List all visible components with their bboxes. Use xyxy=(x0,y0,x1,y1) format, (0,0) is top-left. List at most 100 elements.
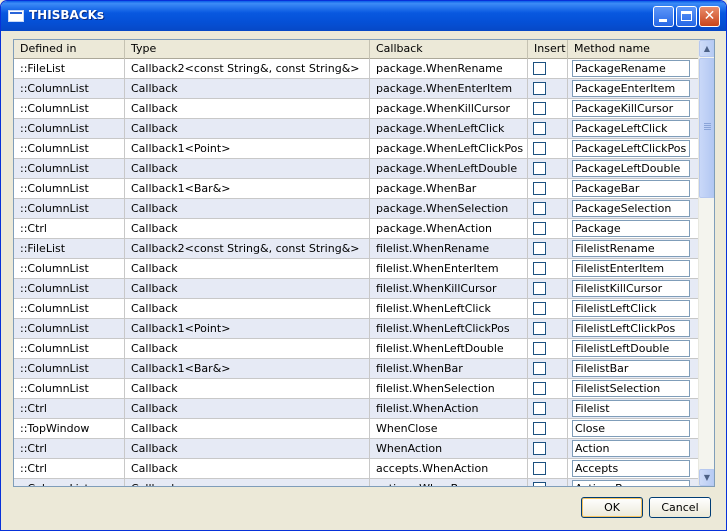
insert-checkbox[interactable] xyxy=(533,462,546,475)
insert-checkbox[interactable] xyxy=(533,222,546,235)
table-row[interactable]: ::ColumnList Callback filelist.WhenSelecti… xyxy=(14,379,698,399)
method-name-input[interactable]: PackageKillCursor xyxy=(572,100,690,117)
method-name-input[interactable]: FilelistRename xyxy=(572,240,690,257)
close-button[interactable]: ✕ xyxy=(699,6,720,27)
method-name-input[interactable]: FilelistSelection xyxy=(572,380,690,397)
insert-checkbox[interactable] xyxy=(533,282,546,295)
table-row[interactable]: ::ColumnList Callback1<Bar&> package.WhenB… xyxy=(14,179,698,199)
insert-checkbox[interactable] xyxy=(533,122,546,135)
table-row[interactable]: ::ColumnList Callback filelist.WhenLeftDou… xyxy=(14,339,698,359)
method-name-cell: FilelistLeftDouble xyxy=(568,339,698,358)
table-row[interactable]: ::ColumnList Callback1<Bar&> filelist.When… xyxy=(14,359,698,379)
method-name-input[interactable]: Accepts xyxy=(572,460,690,477)
type-cell: Callback2<const String&, const String&> xyxy=(125,59,370,78)
insert-cell xyxy=(528,459,568,478)
insert-checkbox[interactable] xyxy=(533,182,546,195)
insert-checkbox[interactable] xyxy=(533,362,546,375)
table-row[interactable]: ::Ctrl Callback WhenAction Action xyxy=(14,439,698,459)
table-row[interactable]: ::TopWindow Callback WhenClose Close xyxy=(14,419,698,439)
insert-checkbox[interactable] xyxy=(533,342,546,355)
method-name-input[interactable]: Package xyxy=(572,220,690,237)
type-cell: Callback xyxy=(125,279,370,298)
method-name-input[interactable]: PackageLeftDouble xyxy=(572,160,690,177)
method-name-input[interactable]: Filelist xyxy=(572,400,690,417)
type-cell: Callback2<const String&, const String&> xyxy=(125,239,370,258)
insert-checkbox[interactable] xyxy=(533,202,546,215)
callback-cell: filelist.WhenSelection xyxy=(370,379,528,398)
table-row[interactable]: ::FileList Callback2<const String&, const… xyxy=(14,239,698,259)
insert-checkbox[interactable] xyxy=(533,102,546,115)
cancel-button[interactable]: Cancel xyxy=(649,497,711,518)
method-name-input[interactable]: ActionsBar xyxy=(572,480,690,486)
insert-checkbox[interactable] xyxy=(533,62,546,75)
method-name-input[interactable]: FilelistEnterItem xyxy=(572,260,690,277)
table-row[interactable]: ::ColumnList Callback package.WhenLeftClic… xyxy=(14,119,698,139)
table-row[interactable]: ::ColumnList Callback filelist.WhenEnterIt… xyxy=(14,259,698,279)
insert-checkbox[interactable] xyxy=(533,262,546,275)
title-bar[interactable]: THISBACKs ✕ xyxy=(1,1,726,31)
method-name-input[interactable]: Close xyxy=(572,420,690,437)
insert-checkbox[interactable] xyxy=(533,442,546,455)
table-row[interactable]: ::Ctrl Callback accepts.WhenAction Accepts xyxy=(14,459,698,479)
minimize-button[interactable] xyxy=(653,6,674,27)
method-name-cell: FilelistBar xyxy=(568,359,698,378)
method-name-input[interactable]: FilelistBar xyxy=(572,360,690,377)
column-header-defined-in[interactable]: Defined in xyxy=(14,40,125,59)
method-name-input[interactable]: PackageEnterItem xyxy=(572,80,690,97)
insert-checkbox[interactable] xyxy=(533,82,546,95)
type-cell: Callback xyxy=(125,439,370,458)
column-header-method-name[interactable]: Method name xyxy=(568,40,698,59)
table-row[interactable]: ::FileList Callback2<const String&, const… xyxy=(14,59,698,79)
method-name-input[interactable]: PackageLeftClickPos xyxy=(572,140,690,157)
method-name-input[interactable]: FilelistLeftDouble xyxy=(572,340,690,357)
insert-checkbox[interactable] xyxy=(533,402,546,415)
method-name-input[interactable]: PackageRename xyxy=(572,60,690,77)
callback-cell: package.WhenRename xyxy=(370,59,528,78)
maximize-button[interactable] xyxy=(676,6,697,27)
vertical-scrollbar[interactable]: ▲ ▼ xyxy=(698,40,714,486)
type-cell: Callback xyxy=(125,459,370,478)
table-body: ::FileList Callback2<const String&, const… xyxy=(14,59,698,486)
callback-cell: package.WhenKillCursor xyxy=(370,99,528,118)
table-row[interactable]: ::ColumnList Callback filelist.WhenKillCur… xyxy=(14,279,698,299)
method-name-input[interactable]: Action xyxy=(572,440,690,457)
defined-in-cell: ::ColumnList xyxy=(14,199,125,218)
table-row[interactable]: ::ColumnList Callback package.WhenSelectio… xyxy=(14,199,698,219)
table-row[interactable]: ::ColumnList Callback package.WhenEnterIte… xyxy=(14,79,698,99)
table-row[interactable]: ::ColumnList Callback1<Point> filelist.Whe… xyxy=(14,319,698,339)
table-row[interactable]: ::ColumnListCallbackactions.WhenBar Actio… xyxy=(14,479,698,486)
ok-button[interactable]: OK xyxy=(581,497,643,518)
scroll-down-button[interactable]: ▼ xyxy=(699,469,714,486)
insert-checkbox[interactable] xyxy=(533,242,546,255)
table-row[interactable]: ::ColumnList Callback package.WhenLeftDoub… xyxy=(14,159,698,179)
insert-checkbox[interactable] xyxy=(533,162,546,175)
insert-checkbox[interactable] xyxy=(533,142,546,155)
insert-checkbox[interactable] xyxy=(533,482,546,486)
insert-checkbox[interactable] xyxy=(533,302,546,315)
insert-checkbox[interactable] xyxy=(533,382,546,395)
method-name-input[interactable]: PackageBar xyxy=(572,180,690,197)
table-row[interactable]: ::Ctrl Callback filelist.WhenAction Filelis… xyxy=(14,399,698,419)
method-name-input[interactable]: PackageLeftClick xyxy=(572,120,690,137)
table-row[interactable]: ::Ctrl Callback package.WhenAction Package xyxy=(14,219,698,239)
insert-checkbox[interactable] xyxy=(533,422,546,435)
table-row[interactable]: ::ColumnList Callback filelist.WhenLeftCli… xyxy=(14,299,698,319)
defined-in-cell: ::ColumnList xyxy=(14,159,125,178)
scroll-up-button[interactable]: ▲ xyxy=(699,40,714,57)
method-name-input[interactable]: FilelistKillCursor xyxy=(572,280,690,297)
callback-cell: package.WhenLeftClick xyxy=(370,119,528,138)
method-name-input[interactable]: FilelistLeftClickPos xyxy=(572,320,690,337)
scroll-thumb[interactable] xyxy=(699,58,714,198)
method-name-input[interactable]: FilelistLeftClick xyxy=(572,300,690,317)
table-row[interactable]: ::ColumnList Callback1<Point> package.When… xyxy=(14,139,698,159)
thisbacks-table[interactable]: Defined in Type Callback Insert Method n… xyxy=(13,39,715,487)
close-icon: ✕ xyxy=(703,8,716,24)
insert-checkbox[interactable] xyxy=(533,322,546,335)
column-header-type[interactable]: Type xyxy=(125,40,370,59)
table-row[interactable]: ::ColumnList Callback package.WhenKillCurs… xyxy=(14,99,698,119)
method-name-input[interactable]: PackageSelection xyxy=(572,200,690,217)
type-cell: Callback xyxy=(125,259,370,278)
column-header-insert[interactable]: Insert xyxy=(528,40,568,59)
column-header-callback[interactable]: Callback xyxy=(370,40,528,59)
defined-in-cell: ::ColumnList xyxy=(14,99,125,118)
